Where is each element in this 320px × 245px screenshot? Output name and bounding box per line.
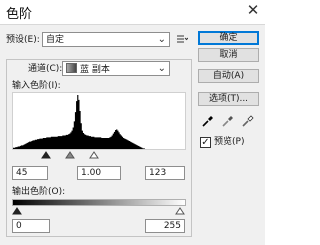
preset-select[interactable]: 自定 ⌄ [42,32,170,47]
gray-point-eyedropper-icon[interactable] [222,115,234,127]
auto-button[interactable]: 自动(A) [198,69,259,83]
chevron-down-icon: ⌄ [157,34,166,45]
input-levels-label: 输入色阶(I): [12,81,61,91]
input-black-slider[interactable] [41,151,51,159]
input-slider-track[interactable] [12,151,186,159]
channel-thumbnail-icon [66,63,77,73]
input-white-field[interactable]: 123 [145,166,185,180]
channel-value: 蓝 副本 [80,65,110,75]
close-icon[interactable]: ✕ [243,1,263,19]
histogram-plot [13,95,185,149]
preview-checkbox[interactable]: ✓ [200,137,211,148]
black-point-eyedropper-icon[interactable] [202,115,214,127]
output-black-slider[interactable] [12,207,22,215]
output-white-slider[interactable] [175,207,185,215]
preset-options-icon[interactable] [176,33,189,45]
chevron-down-icon: ⌄ [157,63,166,74]
preset-label: 预设(E): [6,35,40,45]
histogram-area [13,95,185,149]
input-black-field[interactable]: 45 [12,166,48,180]
input-gamma-field[interactable]: 1.00 [77,166,121,180]
window-title: 色阶 [6,7,33,22]
channel-label: 通道(C): [28,64,63,74]
output-black-field[interactable]: 0 [12,219,50,233]
output-slider-track[interactable] [12,207,186,215]
input-white-slider[interactable] [89,151,99,159]
cancel-button[interactable]: 取消 [198,48,259,62]
output-levels-label: 输出色阶(O): [12,187,66,197]
preview-label: 预览(P) [214,137,245,147]
output-gradient-bar [12,199,186,206]
preset-value: 自定 [46,35,65,45]
options-button[interactable]: 选项(T)... [198,92,259,106]
ok-button[interactable]: 确定 [198,31,259,45]
histogram [12,92,186,150]
channel-select[interactable]: 蓝 副本 ⌄ [62,61,170,76]
input-gamma-slider[interactable] [65,151,75,159]
output-white-field[interactable]: 255 [145,219,185,233]
white-point-eyedropper-icon[interactable] [242,115,254,127]
